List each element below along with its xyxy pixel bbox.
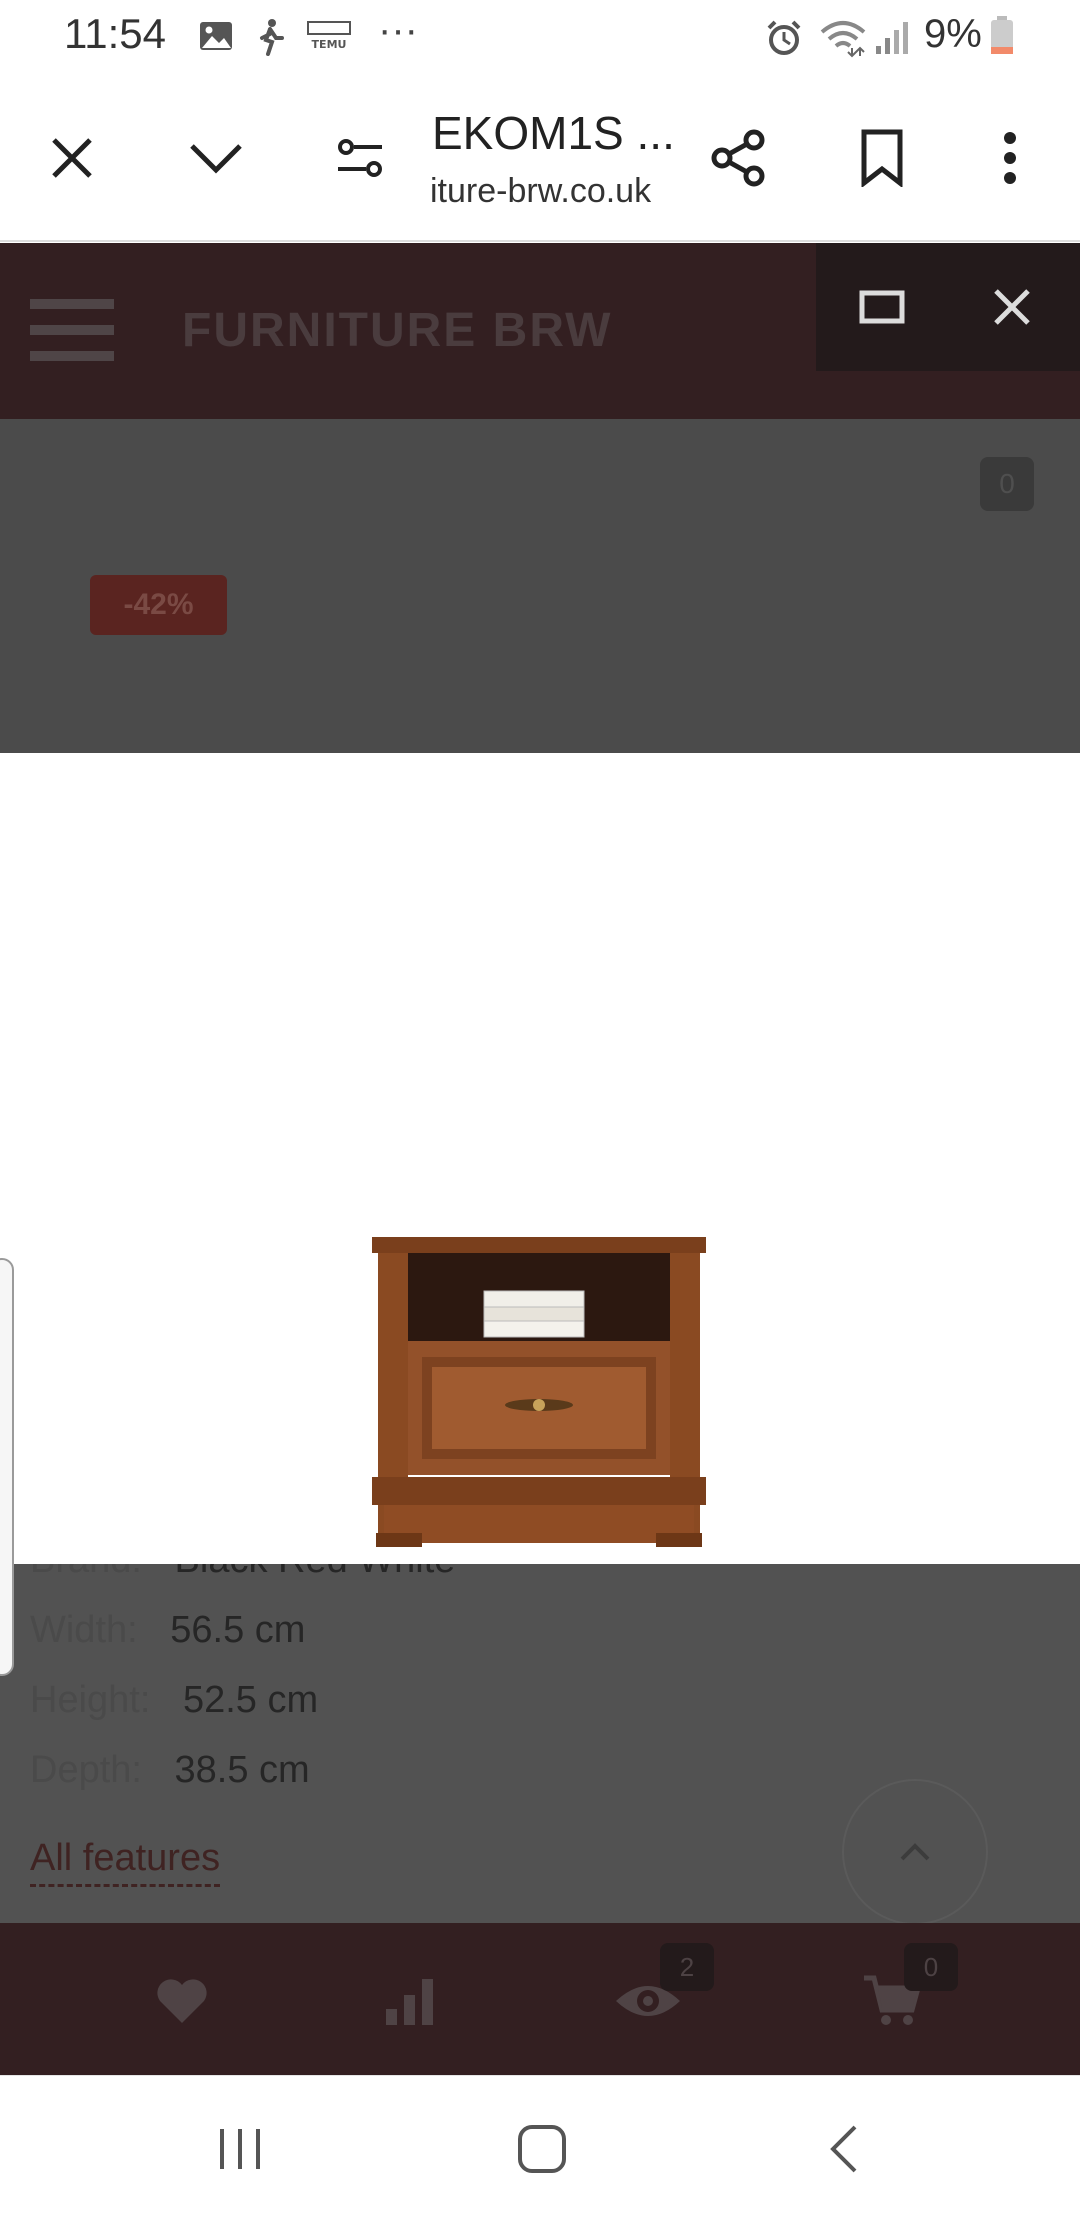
wishlist-button[interactable] bbox=[140, 1959, 224, 2043]
page-title[interactable]: EKOM1S ... bbox=[432, 106, 675, 160]
tune-icon bbox=[338, 139, 382, 177]
viewed-count-badge: 2 bbox=[660, 1943, 714, 1991]
hamburger-menu-icon[interactable] bbox=[30, 299, 114, 363]
compare-button[interactable] bbox=[368, 1959, 452, 2043]
spec-label: Width: bbox=[30, 1609, 138, 1651]
maximize-icon bbox=[859, 290, 905, 324]
chevron-down-icon bbox=[190, 144, 242, 174]
image-lightbox[interactable] bbox=[0, 753, 1080, 1564]
walking-icon bbox=[256, 18, 286, 61]
discount-badge: -42% bbox=[90, 575, 227, 635]
wifi-icon bbox=[818, 18, 868, 63]
browser-toolbar: EKOM1S ... iture-brw.co.uk bbox=[0, 76, 1080, 242]
recent-apps-icon bbox=[220, 2129, 260, 2169]
site-header: FURNITURE BRW bbox=[0, 243, 1080, 419]
fullscreen-button[interactable] bbox=[846, 271, 918, 343]
spec-value: 52.5 cm bbox=[182, 1679, 319, 1721]
close-tab-button[interactable] bbox=[30, 116, 114, 200]
recent-apps-button[interactable] bbox=[200, 2114, 280, 2184]
back-button[interactable] bbox=[804, 2114, 884, 2184]
bookmark-button[interactable] bbox=[840, 116, 924, 200]
bar-chart-icon bbox=[386, 1979, 433, 2025]
more-notifications-icon: ··· bbox=[378, 8, 418, 52]
alarm-icon bbox=[764, 18, 804, 63]
temu-icon: TEMU bbox=[306, 20, 352, 57]
popup-controls bbox=[816, 243, 1080, 371]
close-icon bbox=[52, 138, 92, 178]
system-nav-bar bbox=[0, 2075, 1080, 2220]
page-url[interactable]: iture-brw.co.uk bbox=[430, 172, 651, 211]
spec-label: Height: bbox=[30, 1679, 151, 1721]
bookmark-icon bbox=[861, 129, 903, 187]
svg-text:TEMU: TEMU bbox=[312, 38, 347, 51]
spec-value: 56.5 cm bbox=[170, 1609, 306, 1651]
battery-percent: 9% bbox=[924, 12, 982, 56]
status-bar: 11:54 TEMU ··· 9% bbox=[0, 0, 1080, 76]
spec-depth: Depth: 38.5 cm bbox=[30, 1749, 310, 1792]
more-vert-icon bbox=[1004, 132, 1016, 184]
home-icon bbox=[518, 2125, 566, 2173]
scroll-to-top-button[interactable] bbox=[842, 1779, 988, 1925]
close-popup-button[interactable] bbox=[976, 271, 1048, 343]
all-features-link[interactable]: All features bbox=[30, 1837, 221, 1887]
cart-count-badge: 0 bbox=[904, 1943, 958, 1991]
edge-panel-handle[interactable] bbox=[0, 1258, 14, 1676]
site-settings-button[interactable] bbox=[318, 116, 402, 200]
heart-icon bbox=[157, 1979, 207, 2023]
minimize-button[interactable] bbox=[174, 116, 258, 200]
close-icon bbox=[994, 289, 1030, 325]
spec-label: Depth: bbox=[30, 1749, 142, 1791]
bottom-nav: 2 0 bbox=[0, 1923, 1080, 2075]
product-header-area: 0 -42% bbox=[0, 419, 1080, 753]
signal-icon bbox=[874, 18, 910, 61]
home-button[interactable] bbox=[502, 2114, 582, 2184]
spec-value: 38.5 cm bbox=[174, 1749, 310, 1791]
back-icon bbox=[830, 2125, 857, 2173]
spec-height: Height: 52.5 cm bbox=[30, 1679, 318, 1722]
status-time: 11:54 bbox=[64, 10, 166, 57]
chevron-up-icon bbox=[900, 1843, 930, 1861]
share-icon bbox=[711, 129, 765, 187]
battery-icon bbox=[990, 16, 1014, 61]
compare-count-badge[interactable]: 0 bbox=[980, 457, 1034, 511]
product-image[interactable] bbox=[372, 1237, 706, 1547]
more-options-button[interactable] bbox=[968, 116, 1052, 200]
gallery-icon bbox=[198, 18, 234, 59]
share-button[interactable] bbox=[696, 116, 780, 200]
spec-width: Width: 56.5 cm bbox=[30, 1609, 305, 1652]
site-logo[interactable]: FURNITURE BRW bbox=[182, 303, 612, 358]
